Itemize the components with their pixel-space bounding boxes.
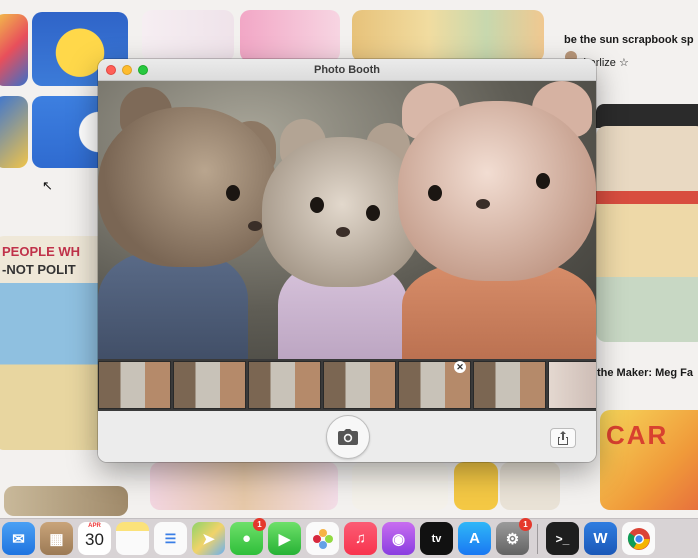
pin-image[interactable] bbox=[150, 462, 338, 510]
word-icon: W bbox=[593, 530, 608, 547]
photo-booth-window: Photo Booth ✕ bbox=[98, 59, 596, 462]
photo-thumbnail[interactable] bbox=[548, 361, 596, 409]
photo-thumbnail[interactable] bbox=[248, 361, 321, 409]
notification-badge: 1 bbox=[253, 518, 266, 531]
dock-facetime[interactable]: ▶ bbox=[268, 522, 301, 555]
pin-image[interactable] bbox=[142, 10, 234, 62]
dock-tv[interactable]: tv bbox=[420, 522, 453, 555]
window-title: Photo Booth bbox=[314, 64, 380, 76]
pin-image[interactable] bbox=[0, 14, 28, 86]
messages-icon: ● bbox=[241, 530, 252, 547]
pin-image[interactable] bbox=[352, 462, 448, 510]
dock-messages[interactable]: ● 1 bbox=[230, 518, 266, 555]
appstore-icon: A bbox=[469, 530, 480, 547]
maps-icon: ➤ bbox=[202, 530, 215, 548]
dock-reminders[interactable]: ☰ bbox=[154, 522, 187, 555]
dock-chrome[interactable] bbox=[622, 522, 655, 555]
dock-mail[interactable]: ✉ bbox=[2, 522, 35, 555]
mouse-cursor-icon: ↖ bbox=[42, 178, 53, 193]
dock-calendar[interactable]: APR 30 bbox=[78, 522, 111, 555]
title-bar[interactable]: Photo Booth bbox=[98, 59, 596, 81]
share-icon bbox=[558, 431, 568, 445]
pin-image[interactable] bbox=[454, 462, 498, 510]
delete-thumbnail-icon[interactable]: ✕ bbox=[454, 361, 466, 373]
photo-thumbnail[interactable] bbox=[98, 361, 171, 409]
plush-figure bbox=[398, 81, 596, 359]
photos-icon bbox=[312, 528, 333, 549]
dock-photos[interactable] bbox=[306, 522, 339, 555]
dock-notes[interactable] bbox=[116, 522, 149, 555]
pin-image[interactable] bbox=[4, 486, 128, 516]
photo-thumbnail[interactable] bbox=[173, 361, 246, 409]
facetime-icon: ▶ bbox=[278, 530, 291, 548]
dock-separator bbox=[537, 523, 538, 554]
pin-image[interactable] bbox=[500, 462, 560, 510]
thumbnail-strip[interactable] bbox=[98, 359, 596, 411]
plush-figure bbox=[248, 101, 422, 359]
pin-image[interactable] bbox=[0, 96, 28, 168]
camera-icon bbox=[338, 429, 358, 445]
calendar-day: 30 bbox=[85, 530, 104, 549]
mail-icon: ✉ bbox=[12, 530, 25, 548]
dock-system-settings[interactable]: ⚙ 1 bbox=[496, 518, 532, 555]
launchpad-icon: ▦ bbox=[49, 530, 64, 548]
terminal-icon: >_ bbox=[555, 531, 570, 546]
card-text: CAR bbox=[606, 420, 669, 450]
dock-word[interactable]: W bbox=[584, 522, 617, 555]
pin-image[interactable] bbox=[596, 126, 698, 342]
pin-image[interactable] bbox=[240, 10, 340, 62]
music-icon: ♫ bbox=[354, 530, 367, 547]
pin-image[interactable] bbox=[352, 10, 544, 62]
camera-preview bbox=[98, 81, 596, 359]
calendar-month: APR bbox=[88, 523, 101, 529]
dock-music[interactable]: ♫ bbox=[344, 522, 377, 555]
photo-thumbnail[interactable] bbox=[323, 361, 396, 409]
share-button[interactable] bbox=[550, 428, 576, 448]
reminders-icon: ☰ bbox=[164, 530, 177, 546]
dock-terminal[interactable]: >_ bbox=[546, 522, 579, 555]
dock-maps[interactable]: ➤ bbox=[192, 522, 225, 555]
take-photo-button[interactable] bbox=[326, 415, 370, 459]
pin-image-header bbox=[596, 104, 698, 128]
pin-title[interactable]: be the sun scrapbook sp bbox=[564, 34, 694, 46]
dock-appstore[interactable]: A bbox=[458, 522, 491, 555]
notification-badge: 1 bbox=[519, 518, 532, 531]
tv-icon: tv bbox=[431, 532, 442, 545]
chrome-icon bbox=[627, 527, 650, 550]
poster-text: -NOT POLIT bbox=[2, 262, 76, 277]
photo-thumbnail[interactable] bbox=[473, 361, 546, 409]
dock-podcasts[interactable]: ◉ bbox=[382, 522, 415, 555]
podcasts-icon: ◉ bbox=[391, 530, 406, 548]
gear-icon: ⚙ bbox=[505, 530, 520, 548]
dock: ✉ ▦ APR 30 ☰ ➤ ● 1 ▶ ♫ ◉ tv A ⚙ 1 >_ W bbox=[0, 518, 698, 558]
poster-text: PEOPLE WH bbox=[2, 244, 81, 259]
controls-bar bbox=[98, 411, 596, 462]
dock-launchpad[interactable]: ▦ bbox=[40, 522, 73, 555]
pin-title[interactable]: the Maker: Meg Fa bbox=[597, 367, 693, 379]
